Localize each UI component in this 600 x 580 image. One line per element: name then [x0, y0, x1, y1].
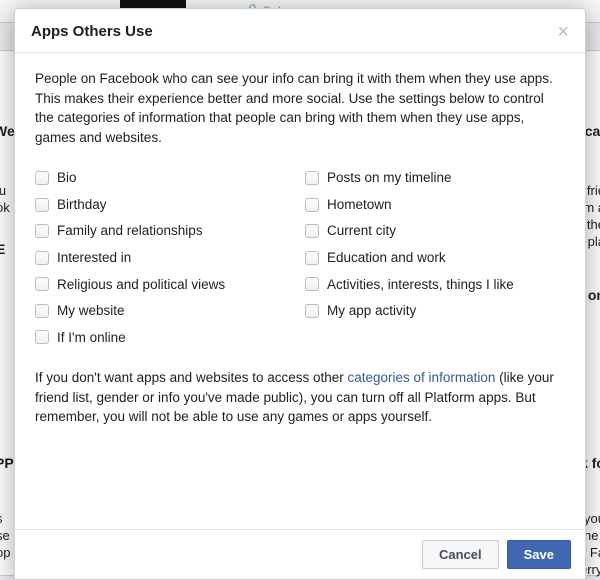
- bg-text: ok: [0, 200, 10, 215]
- checkbox-row[interactable]: Posts on my timeline: [305, 168, 565, 188]
- left-checkbox-5[interactable]: [35, 304, 49, 318]
- right-checkbox-4[interactable]: [305, 277, 319, 291]
- modal-header: Apps Others Use ×: [15, 9, 585, 53]
- bg-text: E: [0, 241, 5, 257]
- left-checkbox-1[interactable]: [35, 198, 49, 212]
- checkbox-row[interactable]: Education and work: [305, 248, 565, 268]
- right-checkbox-5[interactable]: [305, 304, 319, 318]
- outro-pre: If you don't want apps and websites to a…: [35, 370, 348, 385]
- bg-text: se: [0, 528, 10, 543]
- checkbox-row[interactable]: Activities, interests, things I like: [305, 275, 565, 295]
- checkbox-label: My app activity: [327, 301, 416, 321]
- apps-others-use-modal: Apps Others Use × People on Facebook who…: [14, 8, 586, 580]
- bg-text: op: [0, 545, 10, 560]
- checkbox-row[interactable]: Family and relationships: [35, 221, 295, 241]
- checkbox-row[interactable]: Religious and political views: [35, 275, 295, 295]
- checkbox-label: Religious and political views: [57, 275, 225, 295]
- left-checkbox-3[interactable]: [35, 251, 49, 265]
- checkbox-row[interactable]: Current city: [305, 221, 565, 241]
- checkbox-label: Activities, interests, things I like: [327, 275, 514, 295]
- checkbox-column-left: Bio Birthday Family and relationships Inter…: [35, 161, 295, 354]
- checkbox-label: My website: [57, 301, 125, 321]
- checkbox-label: Hometown: [327, 195, 392, 215]
- bg-text: lu: [0, 183, 6, 198]
- bg-text: s: [0, 511, 3, 526]
- checkbox-row[interactable]: Interested in: [35, 248, 295, 268]
- checkbox-columns: Bio Birthday Family and relationships Inter…: [35, 161, 565, 354]
- close-icon[interactable]: ×: [557, 25, 569, 39]
- save-button[interactable]: Save: [507, 540, 571, 569]
- checkbox-label: If I'm online: [57, 328, 126, 348]
- right-checkbox-3[interactable]: [305, 251, 319, 265]
- checkbox-label: Interested in: [57, 248, 131, 268]
- left-checkbox-4[interactable]: [35, 277, 49, 291]
- checkbox-row[interactable]: My website: [35, 301, 295, 321]
- checkbox-label: Current city: [327, 221, 396, 241]
- left-checkbox-0[interactable]: [35, 171, 49, 185]
- checkbox-label: Education and work: [327, 248, 446, 268]
- checkbox-row[interactable]: If I'm online: [35, 328, 295, 348]
- checkbox-label: Posts on my timeline: [327, 168, 452, 188]
- checkbox-label: Bio: [57, 168, 77, 188]
- checkbox-row[interactable]: My app activity: [305, 301, 565, 321]
- modal-footer: Cancel Save: [15, 529, 585, 579]
- cancel-button[interactable]: Cancel: [422, 540, 499, 569]
- categories-of-information-link[interactable]: categories of information: [348, 370, 496, 385]
- checkbox-row[interactable]: Bio: [35, 168, 295, 188]
- bg-text: PP: [0, 455, 14, 471]
- modal-title: Apps Others Use: [31, 23, 153, 40]
- left-checkbox-6[interactable]: [35, 330, 49, 344]
- checkbox-label: Birthday: [57, 195, 107, 215]
- checkbox-column-right: Posts on my timeline Hometown Current city…: [305, 161, 565, 354]
- modal-intro-text: People on Facebook who can see your info…: [35, 69, 565, 147]
- modal-outro-text: If you don't want apps and websites to a…: [35, 368, 565, 427]
- right-checkbox-1[interactable]: [305, 198, 319, 212]
- checkbox-row[interactable]: Hometown: [305, 195, 565, 215]
- checkbox-row[interactable]: Birthday: [35, 195, 295, 215]
- bg-text: We: [0, 123, 15, 139]
- left-checkbox-2[interactable]: [35, 224, 49, 238]
- checkbox-label: Family and relationships: [57, 221, 203, 241]
- right-checkbox-0[interactable]: [305, 171, 319, 185]
- right-checkbox-2[interactable]: [305, 224, 319, 238]
- modal-body: People on Facebook who can see your info…: [15, 53, 585, 529]
